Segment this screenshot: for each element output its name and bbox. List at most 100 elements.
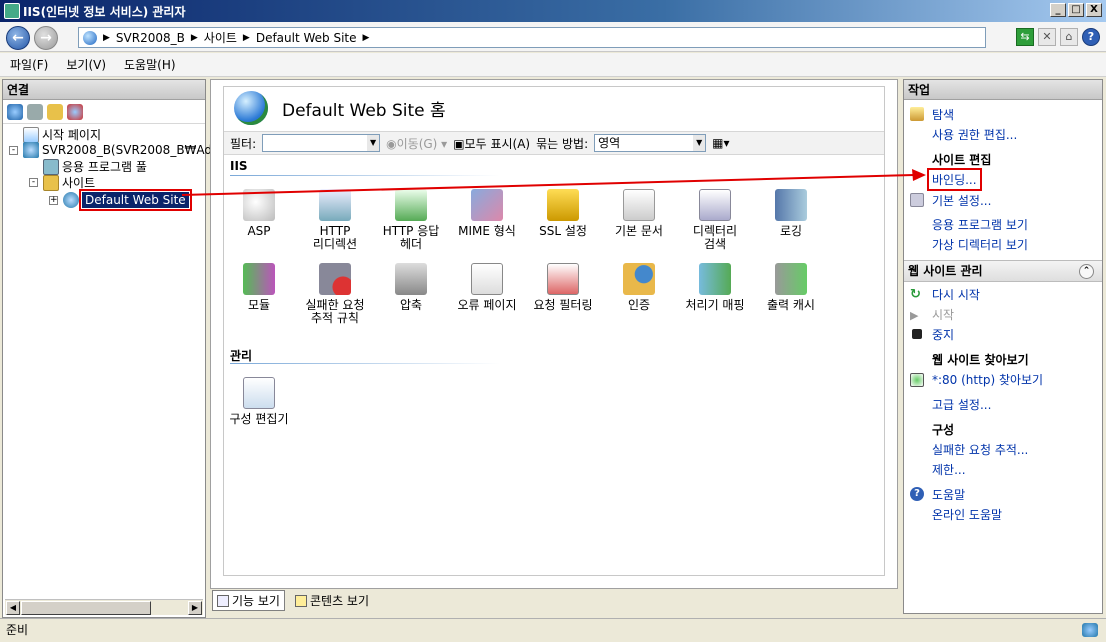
collapse-icon[interactable]: - (29, 178, 38, 187)
site-globe-icon (234, 91, 268, 125)
tree-app-pools[interactable]: 응용 프로그램 풀 (43, 158, 147, 175)
menu-view[interactable]: 보기(V) (66, 56, 106, 73)
tab-features-view[interactable]: 기능 보기 (212, 590, 285, 611)
start-page-icon (23, 126, 39, 143)
network-status-icon (1082, 623, 1098, 637)
menu-help[interactable]: 도움말(H) (124, 56, 176, 73)
feature-handler-mappings[interactable]: 처리기 매핑 (678, 263, 752, 312)
tab-content-view[interactable]: 콘텐츠 보기 (291, 591, 373, 610)
feature-asp[interactable]: ASP (222, 189, 296, 238)
tab-label: 콘텐츠 보기 (309, 594, 369, 608)
minimize-button[interactable]: _ (1050, 3, 1066, 17)
action-view-virtual-directories[interactable]: 가상 디렉터리 보기 (932, 236, 1028, 253)
action-help[interactable]: 도움말 (932, 486, 965, 503)
breadcrumb[interactable]: ▶ SVR2008_B ▶ 사이트 ▶ Default Web Site ▶ (78, 27, 986, 48)
breadcrumb-server[interactable]: SVR2008_B (116, 31, 185, 45)
action-restart[interactable]: 다시 시작 (932, 286, 980, 303)
tree-default-web-site[interactable]: + Default Web Site (49, 189, 192, 211)
up-folder-icon[interactable] (47, 103, 63, 120)
breadcrumb-separator-icon[interactable]: ▶ (191, 33, 198, 43)
forward-arrow-icon[interactable]: → (34, 26, 58, 50)
action-advanced-settings[interactable]: 고급 설정... (932, 396, 991, 413)
feature-authentication[interactable]: 인증 (602, 263, 676, 312)
section-iis: IIS (230, 159, 248, 173)
asp-icon (243, 189, 275, 221)
expand-icon[interactable]: + (49, 195, 58, 205)
feature-label: 출력 캐시 (767, 298, 815, 312)
section-divider (230, 175, 500, 176)
scroll-right-icon[interactable]: ▶ (188, 601, 202, 615)
window-controls: _ □ X (1050, 3, 1102, 17)
feature-ssl-settings[interactable]: SSL 설정 (526, 189, 600, 238)
feature-failed-request-tracing[interactable]: 실패한 요청 추적 규칙 (298, 263, 372, 325)
feature-modules[interactable]: 모듈 (222, 263, 296, 312)
action-start[interactable]: 시작 (932, 306, 954, 323)
connect-globe-icon[interactable] (7, 103, 23, 120)
feature-configuration-editor[interactable]: 구성 편집기 (222, 377, 296, 426)
feature-mime-types[interactable]: MIME 형식 (450, 189, 524, 238)
action-bindings[interactable]: 바인딩... (927, 168, 982, 191)
chevron-down-icon[interactable]: ▼ (367, 135, 380, 151)
feature-http-redirect[interactable]: HTTP 리디렉션 (298, 189, 372, 251)
chevron-down-icon[interactable]: ▼ (693, 135, 706, 151)
group-by-select[interactable]: 영역 ▼ (594, 134, 707, 152)
mime-types-icon (471, 189, 503, 221)
action-stop[interactable]: 중지 (932, 326, 954, 343)
feature-http-response-headers[interactable]: HTTP 응답 헤더 (374, 189, 448, 251)
tree-label: 시작 페이지 (42, 128, 102, 142)
breadcrumb-sites[interactable]: 사이트 (204, 29, 237, 46)
action-online-help[interactable]: 온라인 도움말 (932, 506, 1002, 523)
feature-directory-browsing[interactable]: 디렉터리 검색 (678, 189, 752, 251)
feature-default-document[interactable]: 기본 문서 (602, 189, 676, 238)
refresh-icon[interactable]: ⇆ (1016, 28, 1034, 46)
breadcrumb-separator-icon[interactable]: ▶ (363, 33, 370, 43)
action-failed-request-tracing[interactable]: 실패한 요청 추적... (932, 441, 1028, 458)
action-edit-permissions[interactable]: 사용 권한 편집... (932, 126, 1017, 143)
action-browse-80[interactable]: *:80 (http) 찾아보기 (932, 371, 1043, 388)
breadcrumb-separator-icon[interactable]: ▶ (243, 33, 250, 43)
tree-server[interactable]: - SVR2008_B(SVR2008_B₩Ad (9, 142, 212, 158)
show-all-button[interactable]: ▣모두 표시(A) (453, 135, 530, 152)
home-icon[interactable]: ⌂ (1060, 28, 1078, 46)
stop-icon[interactable]: ✕ (1038, 28, 1056, 46)
collapse-up-icon[interactable]: ⌃ (1079, 264, 1094, 279)
scroll-thumb[interactable] (21, 601, 151, 615)
close-button[interactable]: X (1086, 3, 1102, 17)
tree-start-page[interactable]: 시작 페이지 (23, 126, 101, 143)
feature-request-filtering[interactable]: 요청 필터링 (526, 263, 600, 312)
connections-tree: 시작 페이지 - SVR2008_B(SVR2008_B₩Ad 응용 프로그램 … (3, 124, 212, 211)
filter-input[interactable]: ▼ (262, 134, 381, 152)
action-view-applications[interactable]: 응용 프로그램 보기 (932, 216, 1028, 233)
scroll-left-icon[interactable]: ◀ (6, 601, 20, 615)
manage-site-section-header: 웹 사이트 관리 ⌃ (904, 260, 1102, 282)
maximize-button[interactable]: □ (1068, 3, 1084, 17)
configure-heading: 구성 (932, 423, 955, 437)
collapse-icon[interactable]: - (9, 145, 18, 155)
feature-compression[interactable]: 압축 (374, 263, 448, 312)
back-arrow-icon[interactable]: ← (6, 26, 30, 50)
feature-label: 처리기 매핑 (685, 298, 745, 312)
status-text: 준비 (6, 623, 29, 637)
content-view-icon (294, 594, 307, 607)
help-icon[interactable]: ? (1082, 28, 1100, 46)
connections-toolbar (3, 100, 205, 124)
feature-error-pages[interactable]: 오류 페이지 (450, 263, 524, 312)
tree-sites[interactable]: - 사이트 (29, 174, 95, 191)
features-view-icon (217, 594, 229, 607)
action-basic-settings[interactable]: 기본 설정... (932, 192, 991, 209)
feature-logging[interactable]: 로깅 (754, 189, 828, 238)
horizontal-scrollbar[interactable]: ◀ ▶ (5, 599, 203, 615)
disconnect-icon[interactable] (67, 103, 83, 120)
directory-browsing-icon (699, 189, 731, 221)
go-button[interactable]: ◉이동(G) ▾ (386, 135, 447, 152)
view-mode-icon[interactable]: ▦▾ (712, 136, 729, 150)
address-tools: ⇆ ✕ ⌂ ? (1016, 28, 1100, 46)
stop-square-icon (912, 329, 922, 339)
save-icon[interactable] (27, 103, 43, 120)
breadcrumb-separator-icon[interactable]: ▶ (103, 33, 110, 43)
action-limits[interactable]: 제한... (932, 461, 966, 478)
feature-output-caching[interactable]: 출력 캐시 (754, 263, 828, 312)
action-explore[interactable]: 탐색 (932, 106, 954, 123)
breadcrumb-default-site[interactable]: Default Web Site (256, 31, 357, 45)
menu-file[interactable]: 파일(F) (10, 56, 48, 73)
